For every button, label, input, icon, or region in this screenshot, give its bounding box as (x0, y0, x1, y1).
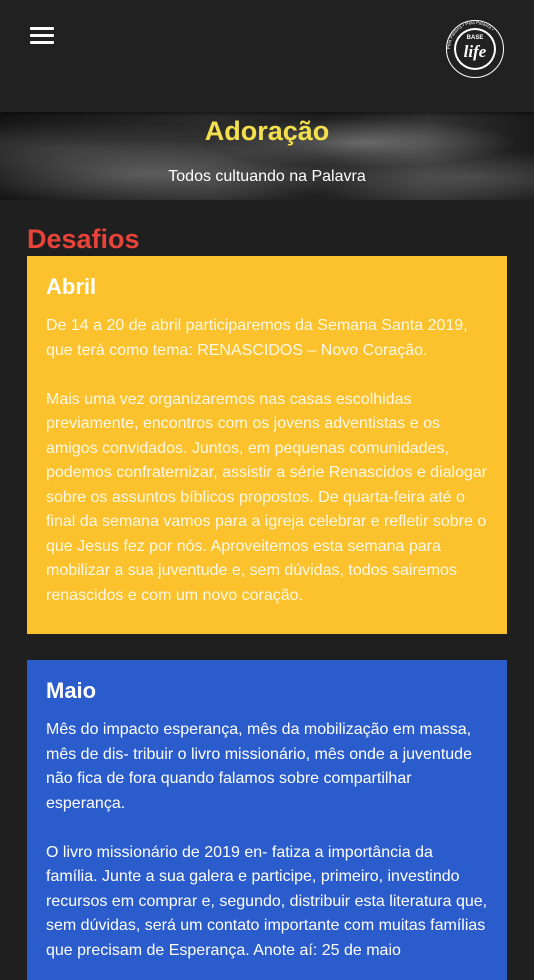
hero-title: Adoração (204, 116, 330, 146)
base-life-logo[interactable]: Pela Palavra • Pela Palavra • BASE life (446, 20, 504, 78)
app-header: Pela Palavra • Pela Palavra • BASE life (0, 0, 534, 112)
challenge-card-april: Abril De 14 a 20 de abril participaremos… (27, 256, 507, 634)
card-title: Abril (46, 274, 97, 299)
card-paragraph: De 14 a 20 de abril participaremos da Se… (46, 317, 468, 359)
card-title: Maio (46, 678, 97, 703)
section-title: Desafios (27, 224, 140, 254)
hero-subtitle: Todos cultuando na Palavra (168, 168, 366, 185)
logo-top-text: BASE (467, 35, 484, 41)
logo-text: life (464, 42, 487, 61)
card-paragraph: Mais uma vez organizaremos nas casas esc… (46, 390, 488, 604)
hero-banner: Adoração Todos cultuando na Palavra (0, 112, 534, 200)
card-paragraph: O livro missionário de 2019 en- fatiza a… (46, 843, 488, 959)
hamburger-menu-icon[interactable] (30, 26, 55, 46)
card-paragraph: Mês do impacto esperança, mês da mobiliz… (46, 721, 472, 812)
challenge-card-may: Maio Mês do impacto esperança, mês da mo… (27, 660, 507, 980)
